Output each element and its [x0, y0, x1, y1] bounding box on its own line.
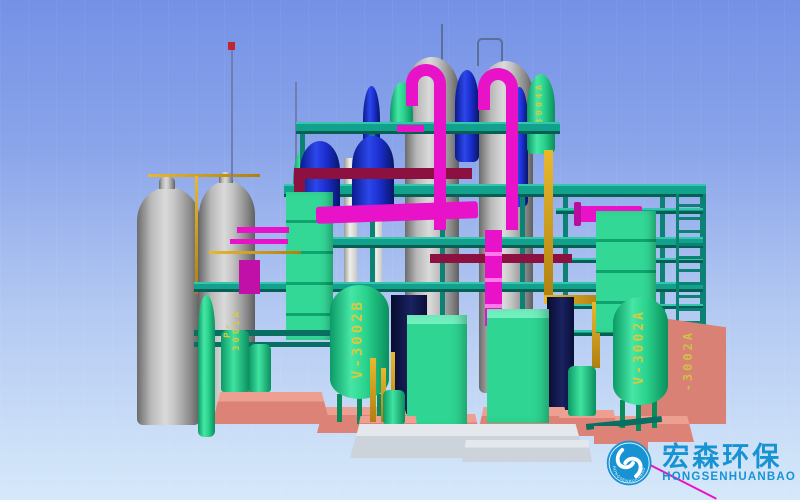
access-ladder	[676, 194, 706, 336]
magenta-pipe	[230, 239, 288, 244]
plant-3d-render: -3004A	[0, 0, 800, 500]
thin-green-column	[198, 295, 215, 437]
magenta-pipe-small	[397, 125, 424, 132]
concrete-slab	[462, 440, 592, 462]
platform-main	[284, 184, 706, 197]
platform-upper	[296, 122, 560, 134]
logo-chinese-name: 宏森环保	[662, 443, 796, 471]
blue-tower-2	[455, 70, 479, 162]
vent-pole	[441, 24, 443, 60]
storage-tank-left-1	[137, 187, 200, 425]
logo-mark-icon: HONGSENHUANBAO	[606, 434, 652, 492]
logo-text: 宏森环保 HONGSENHUANBAO	[662, 443, 796, 483]
company-logo: HONGSENHUANBAO 宏森环保 HONGSENHUANBAO	[606, 430, 796, 496]
tank-nozzle	[159, 177, 175, 189]
vessel-leg	[636, 403, 641, 431]
pump-left-2	[249, 344, 271, 392]
teal-pipe-low	[194, 330, 344, 336]
equipment-label: -3002A	[682, 330, 694, 391]
gold-pipe-vertical	[195, 176, 198, 294]
equipment-label: P-3001A	[224, 302, 242, 358]
green-cylinder-top-right: -3004A	[527, 74, 555, 154]
foundation-pad	[212, 392, 330, 424]
pipe-flange	[574, 202, 581, 226]
gold-pipe	[209, 251, 301, 254]
gold-pump-pipe	[370, 358, 376, 422]
pump-right	[568, 366, 596, 416]
equipment-label: V-3002A	[633, 309, 646, 385]
logo-latin-name: HONGSENHUANBAO	[662, 471, 796, 483]
green-tank-box-2	[487, 309, 549, 423]
green-tank-box-1	[407, 315, 467, 427]
pump-middle	[383, 390, 405, 424]
gold-riser	[544, 150, 553, 302]
magenta-block	[239, 260, 260, 294]
vessel-leg	[337, 394, 342, 422]
magenta-pipe	[237, 227, 289, 233]
gold-pipe-tank-top	[148, 174, 260, 177]
vessel-v3002a: V-3002A	[613, 297, 668, 405]
equipment-label: V-3002B	[351, 299, 365, 379]
vent-line	[231, 48, 233, 180]
vent-tip	[228, 42, 235, 50]
vessel-leg	[652, 400, 657, 428]
magenta-riser-b	[506, 92, 518, 230]
